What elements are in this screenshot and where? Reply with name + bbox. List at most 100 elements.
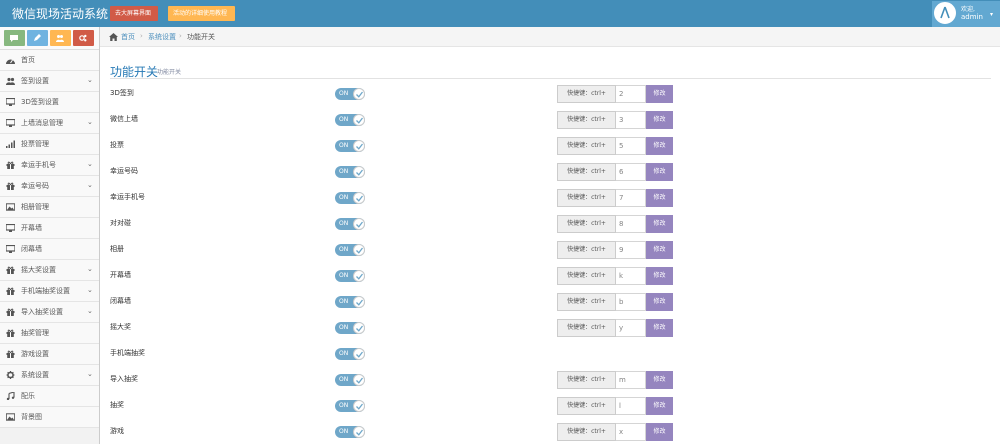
modify-hotkey-button[interactable]: 修改 [646,319,673,337]
big-screen-button[interactable]: 去大屏幕界面 [110,6,158,21]
toggle-knob [353,218,365,230]
guide-button[interactable]: 活动的详细使用教程 [168,6,235,21]
sidebar-shortcuts [0,27,99,50]
toggle-knob [353,426,365,438]
chevron-down-icon: ⌄ [87,307,93,315]
sidebar-item-label: 背景图 [21,413,42,421]
sidebar-item-label: 系统设置 [21,371,49,379]
modify-hotkey-button[interactable]: 修改 [646,397,673,415]
check-icon [356,143,363,150]
shortcut-comment-button[interactable] [4,30,25,46]
feature-toggle[interactable]: ON [335,140,365,152]
hotkey-input[interactable]: l [616,397,646,415]
desktop-icon [6,119,15,127]
hotkey-group: 快捷键：ctrl+ k 修改 [557,267,673,285]
hotkey-input[interactable]: 5 [616,137,646,155]
sidebar: 首页签到设置 ⌄ 3D签到设置上墙消息管理 ⌄ 投票管理 幸运手机号 ⌄ 幸运号码 ⌄ 相册管理开… [0,27,100,444]
feature-toggle[interactable]: ON [335,166,365,178]
cogs-icon [79,34,87,42]
sidebar-item-label: 3D签到设置 [21,98,59,106]
hotkey-input[interactable]: y [616,319,646,337]
sidebar-item[interactable]: 3D签到设置 [0,92,99,113]
sidebar-item[interactable]: 导入抽奖设置 ⌄ [0,302,99,323]
modify-hotkey-button[interactable]: 修改 [646,215,673,233]
hotkey-group: 快捷键：ctrl+ 5 修改 [557,137,673,155]
hotkey-group: 快捷键：ctrl+ 7 修改 [557,189,673,207]
modify-hotkey-button[interactable]: 修改 [646,423,673,441]
toggle-knob [353,166,365,178]
feature-label: 幸运号码 [110,167,138,175]
sidebar-item[interactable]: 游戏设置 [0,344,99,365]
breadcrumb-system-settings[interactable]: 系统设置 [148,32,176,42]
user-avatar-icon [936,4,954,22]
sidebar-item-label: 抽奖管理 [21,329,49,337]
sidebar-item[interactable]: 投票管理 [0,134,99,155]
breadcrumb-home[interactable]: 首页 [121,32,135,42]
feature-toggle[interactable]: ON [335,244,365,256]
feature-toggle[interactable]: ON [335,114,365,126]
sidebar-item[interactable]: 相册管理 [0,197,99,218]
hotkey-input[interactable]: 3 [616,111,646,129]
modify-hotkey-button[interactable]: 修改 [646,267,673,285]
chevron-down-icon: ⌄ [87,160,93,168]
feature-label: 投票 [110,141,124,149]
modify-hotkey-button[interactable]: 修改 [646,85,673,103]
sidebar-item[interactable]: 系统设置 ⌄ [0,365,99,386]
modify-hotkey-button[interactable]: 修改 [646,137,673,155]
feature-label: 游戏 [110,427,124,435]
hotkey-input[interactable]: 6 [616,163,646,181]
hotkey-input[interactable]: x [616,423,646,441]
sidebar-item-label: 首页 [21,56,35,64]
sidebar-item[interactable]: 手机端抽奖设置 ⌄ [0,281,99,302]
user-menu[interactable]: 欢迎, admin ▾ [932,1,1000,27]
feature-toggle[interactable]: ON [335,348,365,360]
modify-hotkey-button[interactable]: 修改 [646,111,673,129]
hotkey-input[interactable]: k [616,267,646,285]
hotkey-input[interactable]: 8 [616,215,646,233]
hotkey-input[interactable]: m [616,371,646,389]
feature-toggle[interactable]: ON [335,322,365,334]
sidebar-item[interactable]: 抽奖管理 [0,323,99,344]
modify-hotkey-button[interactable]: 修改 [646,163,673,181]
modify-hotkey-button[interactable]: 修改 [646,241,673,259]
sidebar-item[interactable]: 上墙消息管理 ⌄ [0,113,99,134]
modify-hotkey-button[interactable]: 修改 [646,371,673,389]
hotkey-input[interactable]: 9 [616,241,646,259]
hotkey-input[interactable]: b [616,293,646,311]
feature-toggle[interactable]: ON [335,218,365,230]
sidebar-item[interactable]: 背景图 [0,407,99,428]
sidebar-item[interactable]: 幸运号码 ⌄ [0,176,99,197]
modify-hotkey-button[interactable]: 修改 [646,189,673,207]
check-icon [356,429,363,436]
sidebar-item[interactable]: 开幕墙 [0,218,99,239]
feature-row: 投票 ON 快捷键：ctrl+ 5 修改 [100,137,1000,163]
feature-toggle[interactable]: ON [335,296,365,308]
sidebar-item[interactable]: 签到设置 ⌄ [0,71,99,92]
feature-toggle[interactable]: ON [335,88,365,100]
shortcut-users-button[interactable] [50,30,71,46]
sidebar-item[interactable]: 闭幕墙 [0,239,99,260]
sidebar-item-label: 摇大奖设置 [21,266,56,274]
hotkey-prefix-label: 快捷键：ctrl+ [557,189,616,207]
modify-hotkey-button[interactable]: 修改 [646,293,673,311]
sidebar-menu: 首页签到设置 ⌄ 3D签到设置上墙消息管理 ⌄ 投票管理 幸运手机号 ⌄ 幸运号码 ⌄ 相册管理开… [0,50,99,428]
hotkey-input[interactable]: 2 [616,85,646,103]
feature-label: 对对碰 [110,219,131,227]
feature-toggle[interactable]: ON [335,270,365,282]
sidebar-item[interactable]: 配乐 [0,386,99,407]
feature-toggle[interactable]: ON [335,400,365,412]
caret-down-icon: ▾ [990,11,994,18]
sidebar-item[interactable]: 首页 [0,50,99,71]
check-icon [356,403,363,410]
check-icon [356,91,363,98]
app-title[interactable]: 微信现场活动系统 [12,5,108,22]
feature-toggle[interactable]: ON [335,426,365,438]
sidebar-item[interactable]: 摇大奖设置 ⌄ [0,260,99,281]
shortcut-edit-button[interactable] [27,30,48,46]
feature-toggle[interactable]: ON [335,374,365,386]
sidebar-item[interactable]: 幸运手机号 ⌄ [0,155,99,176]
hotkey-prefix-label: 快捷键：ctrl+ [557,371,616,389]
shortcut-settings-button[interactable] [73,30,94,46]
feature-toggle[interactable]: ON [335,192,365,204]
hotkey-input[interactable]: 7 [616,189,646,207]
